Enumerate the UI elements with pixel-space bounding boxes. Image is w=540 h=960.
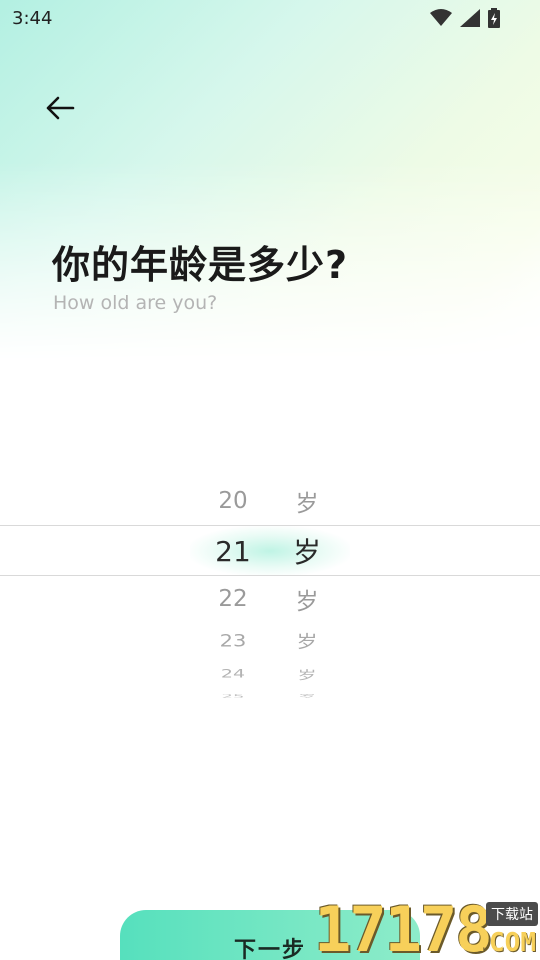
cell-signal-icon [460,9,480,27]
picker-item-unit: 岁 [298,694,316,698]
picker-item-unit: 岁 [292,536,321,569]
selection-line-top [0,525,540,526]
back-button[interactable] [36,88,84,128]
picker-item-value: 23 [219,631,247,651]
picker-item-selected[interactable]: 21 岁 [0,531,540,571]
picker-item-unit: 岁 [295,589,319,615]
picker-item[interactable]: 25 岁 [0,694,540,698]
picker-item-unit: 岁 [295,491,319,517]
picker-item-value: 22 [218,586,248,612]
status-icons [430,8,500,28]
page-title: 你的年龄是多少? [52,243,349,287]
picker-item[interactable]: 24 岁 [0,667,540,682]
battery-icon [488,8,500,28]
status-bar: 3:44 [0,0,540,36]
picker-item-unit: 岁 [296,631,318,652]
arrow-left-icon [46,96,75,120]
picker-item-value: 24 [220,667,246,681]
picker-item-value: 20 [218,488,248,514]
age-picker[interactable]: 20 岁 21 岁 22 岁 23 岁 24 岁 25 岁 [0,476,540,706]
watermark-digits: 17178 [314,893,493,960]
watermark-logo: 17178 .COM 下载站 [314,893,540,960]
status-time: 3:44 [12,7,53,29]
wifi-icon [430,9,452,26]
picker-item-value: 25 [221,694,245,698]
selection-line-bottom [0,575,540,576]
next-button-label: 下一步 [233,938,306,960]
watermark-tag: 下载站 [486,902,538,926]
picker-item[interactable]: 23 岁 [0,630,540,652]
watermark-domain: .COM [473,928,536,958]
picker-item[interactable]: 20 岁 [0,486,540,517]
picker-item[interactable]: 22 岁 [0,584,540,615]
page-subtitle: How old are you? [53,292,218,314]
picker-item-value: 21 [215,534,251,568]
picker-item-unit: 岁 [297,668,317,682]
